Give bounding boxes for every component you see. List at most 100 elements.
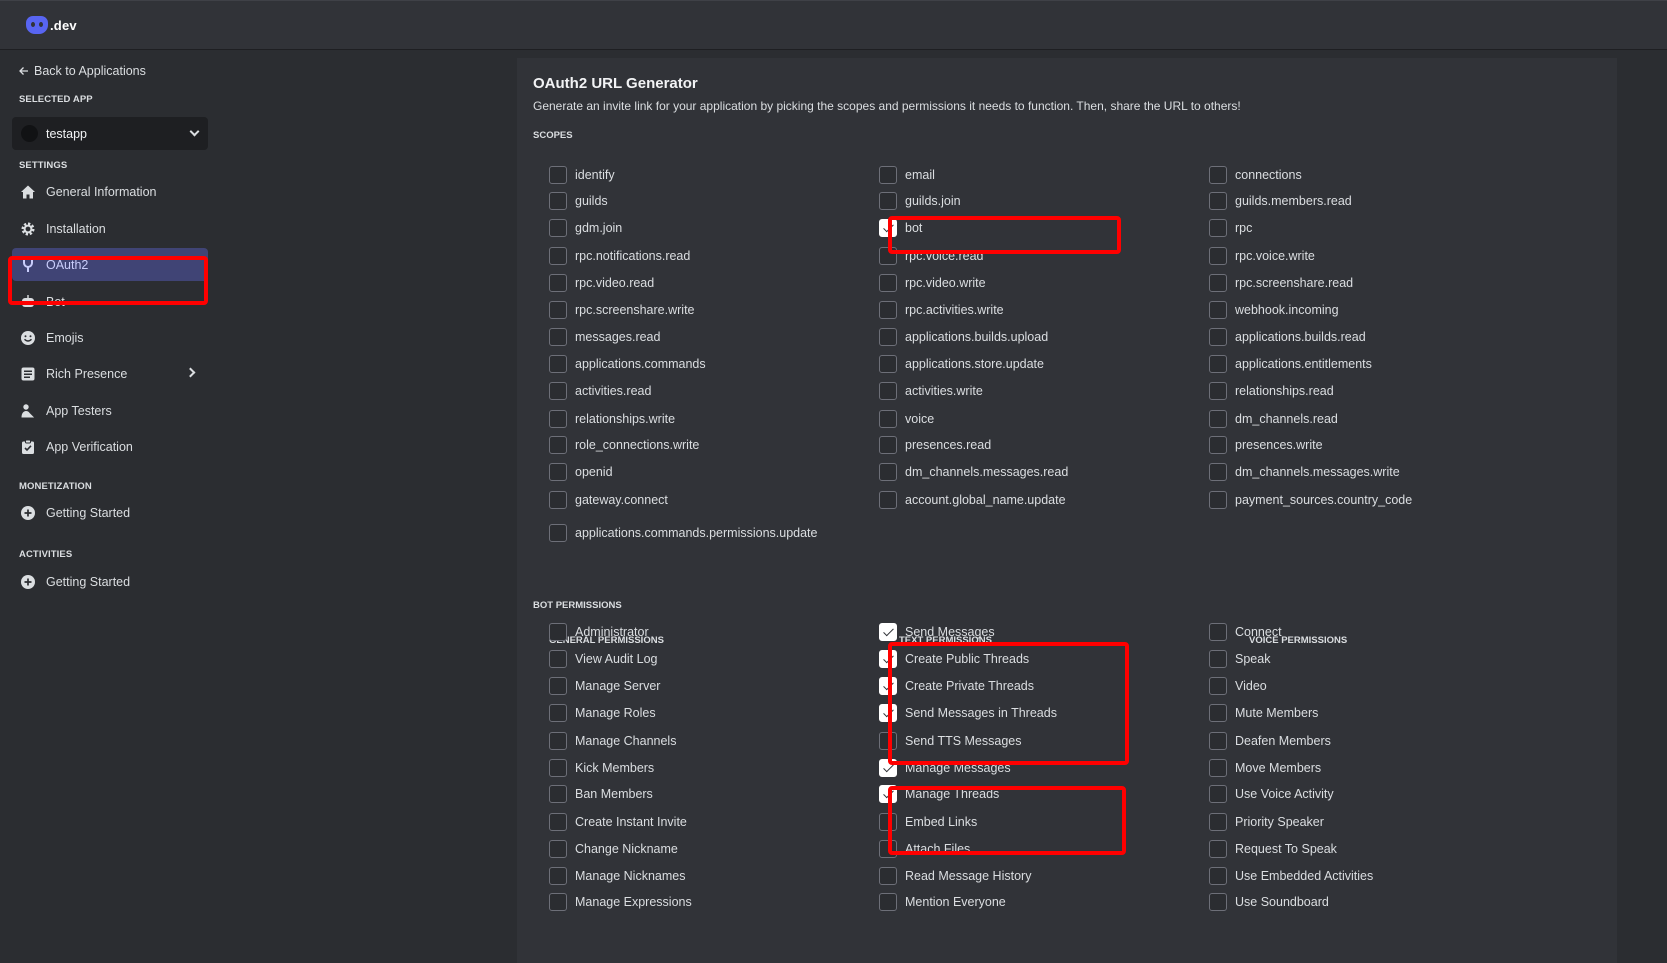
scope-identify[interactable]: identify — [549, 165, 615, 185]
checkbox[interactable] — [1209, 840, 1227, 858]
scope-messages-read[interactable]: messages.read — [549, 327, 660, 347]
scope-rpc-activities-write[interactable]: rpc.activities.write — [879, 300, 1004, 320]
sidebar-item-rich-presence[interactable]: Rich Presence — [12, 357, 208, 390]
scope-dm-channels-read[interactable]: dm_channels.read — [1209, 409, 1338, 429]
checkbox-checked[interactable] — [879, 785, 897, 803]
checkbox[interactable] — [1209, 491, 1227, 509]
checkbox[interactable] — [1209, 219, 1227, 237]
scope-connections[interactable]: connections — [1209, 165, 1302, 185]
checkbox[interactable] — [879, 436, 897, 454]
checkbox[interactable] — [549, 274, 567, 292]
permission-administrator[interactable]: Administrator — [549, 622, 649, 642]
scope-gdm-join[interactable]: gdm.join — [549, 218, 622, 238]
checkbox[interactable] — [1209, 436, 1227, 454]
scope-applications-builds-upload[interactable]: applications.builds.upload — [879, 327, 1048, 347]
sidebar-item-app-verification[interactable]: App Verification — [12, 430, 208, 463]
scope-applications-store-update[interactable]: applications.store.update — [879, 354, 1044, 374]
permission-request-to-speak[interactable]: Request To Speak — [1209, 839, 1337, 859]
checkbox[interactable] — [879, 867, 897, 885]
checkbox[interactable] — [1209, 355, 1227, 373]
permission-ban-members[interactable]: Ban Members — [549, 784, 653, 804]
permission-move-members[interactable]: Move Members — [1209, 758, 1321, 778]
permission-manage-channels[interactable]: Manage Channels — [549, 731, 676, 751]
permission-deafen-members[interactable]: Deafen Members — [1209, 731, 1331, 751]
checkbox[interactable] — [1209, 247, 1227, 265]
checkbox[interactable] — [879, 166, 897, 184]
scope-guilds-join[interactable]: guilds.join — [879, 191, 961, 211]
sidebar-item-activities-getting-started[interactable]: Getting Started — [12, 565, 208, 598]
scope-rpc-voice-write[interactable]: rpc.voice.write — [1209, 246, 1315, 266]
checkbox[interactable] — [549, 813, 567, 831]
sidebar-item-installation[interactable]: Installation — [12, 212, 208, 245]
scope-relationships-read[interactable]: relationships.read — [1209, 381, 1334, 401]
checkbox[interactable] — [879, 274, 897, 292]
checkbox[interactable] — [549, 623, 567, 641]
permission-manage-messages[interactable]: Manage Messages — [879, 758, 1011, 778]
permission-mention-everyone[interactable]: Mention Everyone — [879, 892, 1006, 912]
checkbox[interactable] — [549, 677, 567, 695]
scope-voice[interactable]: voice — [879, 409, 934, 429]
scope-applications-commands-permissions-update[interactable]: applications.commands.permissions.update — [549, 523, 818, 543]
scope-guilds-members-read[interactable]: guilds.members.read — [1209, 191, 1352, 211]
checkbox[interactable] — [549, 840, 567, 858]
permission-manage-nicknames[interactable]: Manage Nicknames — [549, 866, 685, 886]
checkbox[interactable] — [549, 867, 567, 885]
checkbox[interactable] — [549, 704, 567, 722]
scope-guilds[interactable]: guilds — [549, 191, 608, 211]
permission-manage-server[interactable]: Manage Server — [549, 676, 660, 696]
permission-kick-members[interactable]: Kick Members — [549, 758, 654, 778]
checkbox[interactable] — [1209, 785, 1227, 803]
checkbox[interactable] — [549, 219, 567, 237]
checkbox[interactable] — [549, 192, 567, 210]
checkbox[interactable] — [879, 840, 897, 858]
permission-send-tts-messages[interactable]: Send TTS Messages — [879, 731, 1022, 751]
checkbox[interactable] — [549, 759, 567, 777]
scope-account-global-name-update[interactable]: account.global_name.update — [879, 490, 1066, 510]
checkbox-checked[interactable] — [879, 219, 897, 237]
permission-use-soundboard[interactable]: Use Soundboard — [1209, 892, 1329, 912]
scope-rpc-video-read[interactable]: rpc.video.read — [549, 273, 654, 293]
checkbox[interactable] — [879, 491, 897, 509]
checkbox[interactable] — [879, 382, 897, 400]
checkbox[interactable] — [1209, 677, 1227, 695]
checkbox[interactable] — [549, 410, 567, 428]
checkbox[interactable] — [549, 355, 567, 373]
discord-dev-logo[interactable]: .dev — [26, 16, 77, 34]
checkbox[interactable] — [1209, 867, 1227, 885]
scope-rpc-screenshare-read[interactable]: rpc.screenshare.read — [1209, 273, 1353, 293]
permission-change-nickname[interactable]: Change Nickname — [549, 839, 678, 859]
scope-activities-read[interactable]: activities.read — [549, 381, 651, 401]
permission-create-public-threads[interactable]: Create Public Threads — [879, 649, 1029, 669]
scope-applications-commands[interactable]: applications.commands — [549, 354, 706, 374]
permission-send-messages[interactable]: Send Messages — [879, 622, 995, 642]
checkbox[interactable] — [1209, 192, 1227, 210]
permission-attach-files[interactable]: Attach Files — [879, 839, 970, 859]
checkbox-checked[interactable] — [879, 623, 897, 641]
checkbox[interactable] — [549, 301, 567, 319]
scope-rpc-notifications-read[interactable]: rpc.notifications.read — [549, 246, 690, 266]
checkbox[interactable] — [879, 355, 897, 373]
permission-manage-expressions[interactable]: Manage Expressions — [549, 892, 692, 912]
checkbox[interactable] — [549, 491, 567, 509]
checkbox[interactable] — [879, 732, 897, 750]
checkbox-checked[interactable] — [879, 704, 897, 722]
scope-gateway-connect[interactable]: gateway.connect — [549, 490, 668, 510]
checkbox[interactable] — [549, 893, 567, 911]
checkbox[interactable] — [1209, 328, 1227, 346]
permission-video[interactable]: Video — [1209, 676, 1267, 696]
permission-manage-threads[interactable]: Manage Threads — [879, 784, 999, 804]
permission-send-messages-in-threads[interactable]: Send Messages in Threads — [879, 703, 1057, 723]
checkbox[interactable] — [879, 328, 897, 346]
checkbox[interactable] — [879, 301, 897, 319]
checkbox[interactable] — [549, 166, 567, 184]
checkbox-checked[interactable] — [879, 650, 897, 668]
checkbox[interactable] — [1209, 166, 1227, 184]
app-selector[interactable]: testapp — [12, 117, 208, 150]
checkbox[interactable] — [879, 893, 897, 911]
checkbox[interactable] — [879, 463, 897, 481]
checkbox[interactable] — [549, 382, 567, 400]
scope-rpc[interactable]: rpc — [1209, 218, 1252, 238]
checkbox[interactable] — [549, 732, 567, 750]
permission-use-embedded-activities[interactable]: Use Embedded Activities — [1209, 866, 1373, 886]
scope-activities-write[interactable]: activities.write — [879, 381, 983, 401]
